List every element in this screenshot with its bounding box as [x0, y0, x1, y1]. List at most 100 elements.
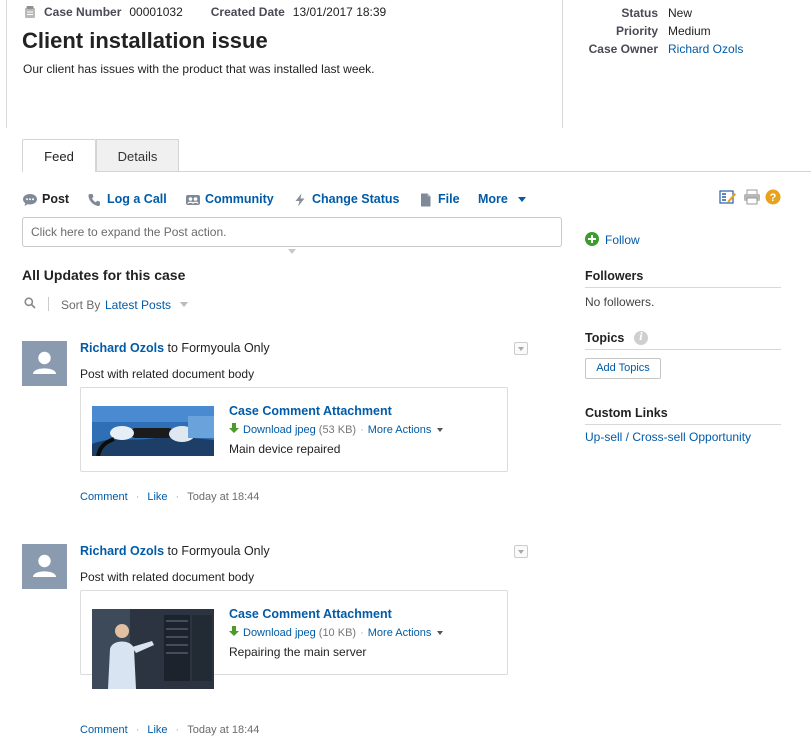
comment-link[interactable]: Comment: [80, 724, 128, 736]
more-actions-link[interactable]: More Actions: [368, 424, 432, 436]
detail-case-owner: Case Owner Richard Ozols: [572, 42, 802, 58]
topics-title: Topics: [585, 331, 625, 345]
divider: [562, 0, 563, 128]
sort-label: Sort By: [61, 298, 101, 312]
attachment-title-link[interactable]: Case Comment Attachment: [229, 404, 392, 418]
publisher-community-label: Community: [205, 192, 274, 206]
post-audience: to Formyoula Only: [167, 341, 270, 355]
edit-layout-icon[interactable]: [719, 189, 737, 205]
publisher-more[interactable]: More: [478, 190, 527, 208]
followers-title: Followers: [585, 269, 644, 283]
file-size: (53 KB): [318, 424, 357, 436]
download-icon[interactable]: [229, 423, 239, 434]
case-header: Case Number 00001032 Created Date 13/01/201…: [0, 0, 811, 129]
svg-text:?: ?: [770, 192, 777, 204]
file-size: (10 KB): [318, 627, 357, 639]
post-header: Richard Ozols to Formyoula Only: [80, 544, 270, 558]
attachment-title-link[interactable]: Case Comment Attachment: [229, 607, 392, 621]
chevron-down-icon[interactable]: [437, 631, 444, 636]
publisher-more-label: More: [478, 192, 508, 206]
publisher-log-a-call[interactable]: Log a Call: [87, 190, 167, 208]
download-link[interactable]: Download jpeg: [243, 627, 316, 639]
custom-links-title: Custom Links: [585, 406, 668, 420]
case-description: Our client has issues with the product t…: [23, 62, 375, 76]
post-actions: Comment · Like · Today at 18:44: [80, 724, 260, 736]
avatar[interactable]: [22, 341, 67, 386]
add-topics-button[interactable]: Add Topics: [585, 358, 661, 379]
attachment-caption: Main device repaired: [229, 442, 341, 456]
avatar[interactable]: [22, 544, 67, 589]
chevron-down-icon[interactable]: [180, 302, 188, 307]
custom-link[interactable]: Up-sell / Cross-sell Opportunity: [585, 430, 751, 444]
post-actions: Comment · Like · Today at 18:44: [80, 491, 260, 503]
divider: [585, 287, 781, 288]
phone-icon: [88, 193, 100, 206]
case-owner-link[interactable]: Richard Ozols: [668, 42, 743, 56]
divider: [22, 171, 811, 172]
document-icon: [421, 193, 431, 207]
divider: [585, 349, 781, 350]
user-icon: [33, 351, 56, 374]
case-meta: Case Number 00001032 Created Date 13/01/201…: [44, 5, 414, 19]
add-icon: [585, 232, 599, 246]
case-owner-label: Case Owner: [588, 42, 658, 56]
priority-label: Priority: [615, 24, 658, 38]
print-icon[interactable]: [743, 189, 761, 205]
publisher-caret: [288, 249, 296, 254]
post-menu-button[interactable]: [514, 545, 528, 558]
lightning-icon: [295, 193, 305, 207]
info-icon[interactable]: i: [634, 331, 648, 345]
case-number: 00001032: [129, 5, 183, 19]
divider: [585, 424, 781, 425]
custom-links-section: Custom Links Up-sell / Cross-sell Opport…: [585, 406, 781, 444]
created-date: 13/01/2017 18:39: [292, 5, 387, 19]
post-body: Post with related document body: [80, 367, 255, 381]
post-menu-button[interactable]: [514, 342, 528, 355]
publisher-change-status[interactable]: Change Status: [292, 190, 400, 208]
post-author-link[interactable]: Richard Ozols: [80, 544, 164, 558]
download-link[interactable]: Download jpeg: [243, 424, 316, 436]
attachment-actions: Download jpeg (53 KB) · More Actions: [229, 423, 444, 436]
attachment-thumbnail[interactable]: [92, 406, 214, 456]
attachment-caption: Repairing the main server: [229, 645, 367, 659]
divider: [6, 0, 7, 128]
tab-feed[interactable]: Feed: [22, 139, 96, 172]
publisher-community[interactable]: Community: [185, 190, 274, 208]
divider: [48, 297, 49, 311]
chevron-down-icon[interactable]: [437, 428, 444, 433]
like-link[interactable]: Like: [147, 491, 167, 503]
followers-section: Followers No followers.: [585, 269, 781, 309]
priority-value: Medium: [668, 24, 711, 38]
sort-select[interactable]: Latest Posts: [105, 297, 171, 313]
post-timestamp[interactable]: Today at 18:44: [187, 724, 259, 736]
post-author-link[interactable]: Richard Ozols: [80, 341, 164, 355]
post-input[interactable]: Click here to expand the Post action.: [22, 217, 562, 247]
comment-link[interactable]: Comment: [80, 491, 128, 503]
detail-priority: Priority Medium: [572, 24, 802, 40]
post-timestamp[interactable]: Today at 18:44: [187, 491, 259, 503]
post-audience: to Formyoula Only: [167, 544, 270, 558]
publisher-change-status-label: Change Status: [312, 192, 400, 206]
feed-title: All Updates for this case: [22, 267, 186, 283]
status-label: Status: [621, 6, 658, 20]
user-icon: [33, 554, 56, 577]
attachment-card: Case Comment Attachment Download jpeg (10…: [80, 590, 508, 689]
more-actions-link[interactable]: More Actions: [368, 627, 432, 639]
created-date-label: Created Date: [210, 5, 285, 19]
download-icon[interactable]: [229, 626, 239, 637]
publisher-file[interactable]: File: [418, 190, 460, 208]
followers-empty: No followers.: [585, 295, 655, 309]
case-number-label: Case Number: [44, 5, 122, 19]
post-header: Richard Ozols to Formyoula Only: [80, 341, 270, 355]
topics-section: Topics: [585, 331, 781, 350]
detail-status: Status New: [572, 6, 802, 22]
search-icon[interactable]: [24, 297, 36, 309]
status-value: New: [668, 6, 693, 20]
community-icon: [186, 194, 200, 205]
chevron-down-icon: [518, 197, 527, 203]
attachment-thumbnail[interactable]: [92, 609, 214, 689]
tab-details[interactable]: Details: [96, 139, 179, 172]
like-link[interactable]: Like: [147, 724, 167, 736]
case-icon: [25, 6, 35, 18]
help-icon[interactable]: ?: [765, 189, 781, 205]
